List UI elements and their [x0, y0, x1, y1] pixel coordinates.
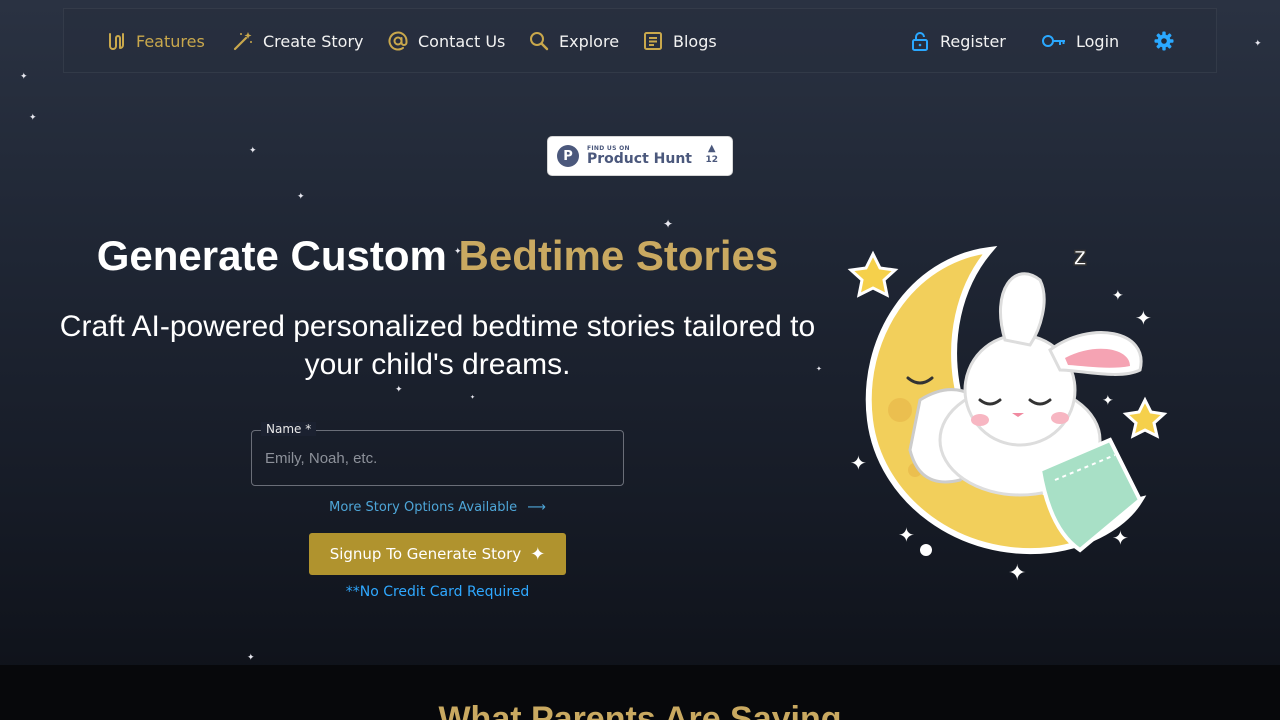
svg-text:✦: ✦: [1112, 526, 1129, 550]
product-hunt-text: FIND US ON Product Hunt: [587, 145, 692, 167]
upvote-triangle-icon: ▲: [707, 143, 716, 154]
document-icon: [642, 30, 664, 52]
key-icon: [1041, 30, 1067, 52]
hero-title-main: Generate Custom: [96, 232, 459, 279]
nav-blogs[interactable]: Blogs: [642, 29, 717, 53]
sleeping-bunny-moon-illustration: z ✦ ✦ ✦ ✦ ✦ ✦ ✦: [847, 239, 1168, 586]
nav-create-story[interactable]: Create Story: [232, 29, 364, 53]
name-field: Name *: [251, 422, 624, 486]
more-story-options-label: More Story Options Available: [329, 500, 518, 515]
search-icon: [528, 30, 550, 52]
nav-blogs-label: Blogs: [673, 31, 717, 51]
no-credit-card-note: **No Credit Card Required: [345, 584, 530, 600]
signup-button-label: Signup To Generate Story: [329, 545, 522, 563]
star-decoration: ✦: [247, 653, 255, 663]
features-icon: [105, 30, 127, 52]
svg-text:✦: ✦: [1102, 393, 1114, 409]
svg-text:✦: ✦: [850, 451, 867, 475]
register-link[interactable]: Register: [909, 29, 1006, 53]
svg-text:✦: ✦: [1135, 306, 1152, 330]
name-input[interactable]: [252, 431, 623, 485]
svg-text:✦: ✦: [898, 523, 915, 547]
testimonials-title: What Parents Are Saying: [438, 700, 842, 720]
signup-generate-story-button[interactable]: Signup To Generate Story ✦: [309, 533, 566, 575]
star-decoration: ✦: [249, 146, 257, 156]
nav-create-story-label: Create Story: [263, 31, 364, 51]
star-decoration: ✦: [297, 192, 305, 202]
lock-icon: [909, 30, 931, 52]
settings-button[interactable]: [1153, 29, 1184, 53]
login-link[interactable]: Login: [1041, 29, 1119, 53]
star-decoration: ✦: [1254, 39, 1262, 49]
top-navbar: Features Create Story Contact Us Explore…: [63, 8, 1217, 73]
nav-features-label: Features: [136, 31, 205, 51]
arrow-right-icon: ⟶: [527, 500, 546, 515]
product-hunt-name: Product Hunt: [587, 151, 692, 167]
svg-text:✦: ✦: [1112, 288, 1124, 304]
gear-icon: [1153, 30, 1175, 52]
nav-contact-us-label: Contact Us: [418, 31, 506, 51]
star-decoration: ✦: [29, 113, 37, 123]
svg-text:✦: ✦: [1008, 561, 1026, 586]
login-label: Login: [1076, 31, 1120, 51]
at-sign-icon: [387, 30, 409, 52]
nav-features[interactable]: Features: [105, 29, 205, 53]
sparkles-icon: ✦: [530, 543, 546, 565]
more-story-options-link[interactable]: More Story Options Available ⟶: [251, 500, 624, 515]
product-hunt-vote-count: 12: [705, 155, 718, 165]
product-hunt-votes: ▲ 12: [705, 143, 718, 165]
svg-text:z: z: [1073, 240, 1087, 271]
hero-subtitle: Craft AI-powered personalized bedtime st…: [59, 310, 816, 381]
magic-wand-icon: [232, 30, 254, 52]
product-hunt-badge[interactable]: P FIND US ON Product Hunt ▲ 12: [547, 136, 733, 176]
star-decoration: ✦: [395, 385, 403, 395]
star-decoration: ✦: [470, 394, 476, 401]
hero-title: Generate Custom Bedtime Stories: [40, 232, 835, 280]
nav-explore[interactable]: Explore: [528, 29, 619, 53]
star-decoration: ✦: [663, 217, 674, 231]
hero-title-accent: Bedtime Stories: [458, 232, 779, 279]
star-decoration: ✦: [20, 72, 28, 82]
nav-contact-us[interactable]: Contact Us: [387, 29, 505, 53]
register-label: Register: [940, 31, 1006, 51]
product-hunt-logo-icon: P: [557, 145, 579, 167]
nav-explore-label: Explore: [559, 31, 620, 51]
